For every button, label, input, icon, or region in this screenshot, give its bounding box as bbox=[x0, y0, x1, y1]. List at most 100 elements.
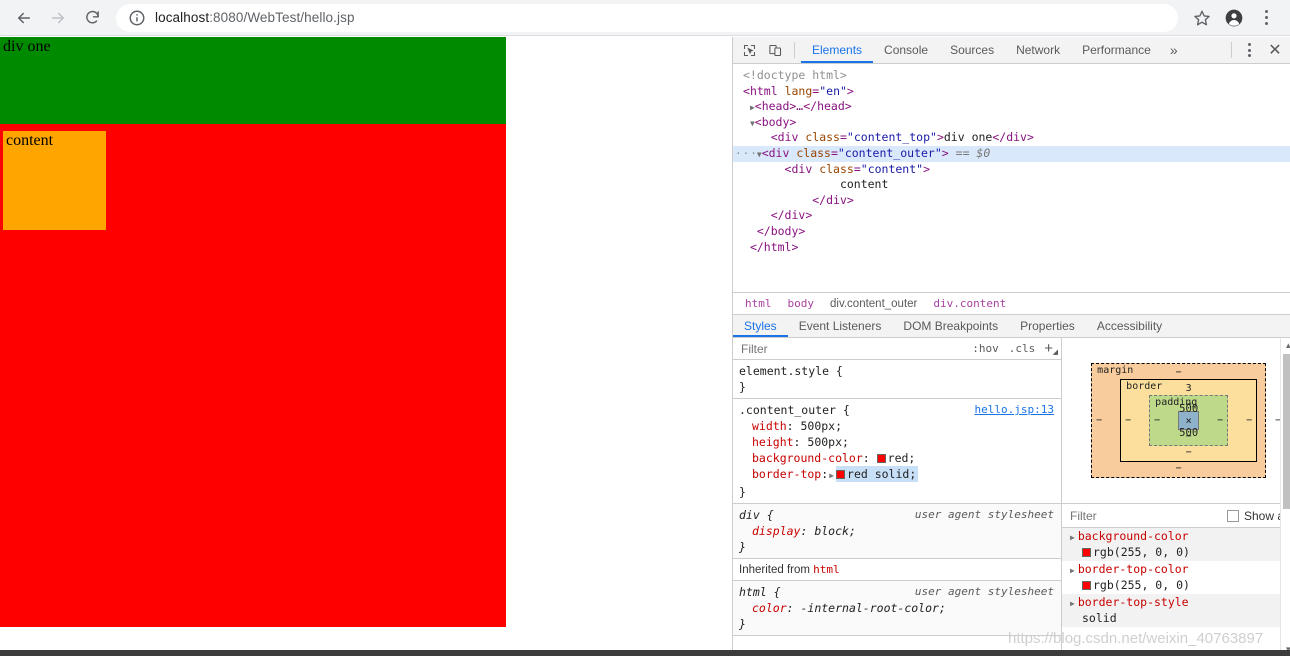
tab-network[interactable]: Network bbox=[1005, 37, 1071, 63]
dom-ellipsis-badge[interactable]: ··· bbox=[735, 146, 758, 162]
cls-button[interactable]: .cls bbox=[1004, 342, 1041, 355]
border-right-value[interactable]: − bbox=[1242, 415, 1256, 426]
color-swatch-icon[interactable] bbox=[876, 454, 886, 463]
rule-content-outer[interactable]: hello.jsp:13 .content_outer { width: 500… bbox=[733, 399, 1061, 504]
padding-bottom-value[interactable]: − bbox=[1150, 430, 1227, 443]
tab-performance[interactable]: Performance bbox=[1071, 37, 1162, 63]
dom-line-head[interactable]: ▶<head>…</head> bbox=[733, 99, 1290, 115]
hov-button[interactable]: :hov bbox=[967, 342, 1004, 355]
rule-html-ua[interactable]: user agent stylesheet html { color: -int… bbox=[733, 581, 1061, 636]
reload-icon bbox=[85, 10, 99, 24]
color-swatch-icon bbox=[1082, 581, 1091, 590]
computed-filter-input[interactable] bbox=[1062, 507, 1227, 524]
dom-line-outer-close[interactable]: </div> bbox=[733, 208, 1290, 224]
device-toolbar-button[interactable] bbox=[762, 37, 788, 63]
box-model-padding[interactable]: padding − − 500 × 500 − − bbox=[1149, 395, 1229, 446]
device-toolbar-icon bbox=[768, 44, 781, 56]
tab-elements[interactable]: Elements bbox=[801, 37, 873, 63]
rule-origin: user agent stylesheet bbox=[914, 508, 1054, 521]
devtools-panel: Elements Console Sources Network Perform… bbox=[732, 37, 1290, 656]
profile-button[interactable] bbox=[1220, 4, 1248, 32]
div-content-outer: content bbox=[0, 124, 506, 627]
dom-line-content-close[interactable]: </div> bbox=[733, 193, 1290, 209]
breadcrumb-item-content[interactable]: div.content bbox=[925, 297, 1015, 310]
computed-property-border-top-style[interactable]: ▶ border-top-style solid bbox=[1062, 594, 1290, 627]
scroll-up-arrow-icon[interactable]: ▲ bbox=[1281, 338, 1290, 352]
tab-console[interactable]: Console bbox=[873, 37, 939, 63]
color-swatch-icon-2[interactable] bbox=[836, 470, 846, 479]
reload-button[interactable] bbox=[78, 4, 106, 32]
toolbar-divider bbox=[794, 42, 795, 58]
box-model-content-size[interactable]: 500 × 500 bbox=[1178, 403, 1200, 439]
inspect-element-button[interactable] bbox=[736, 37, 762, 63]
expand-triangle-icon[interactable]: ▶ bbox=[1070, 599, 1075, 608]
show-all-checkbox[interactable] bbox=[1227, 509, 1239, 522]
box-model-margin-label: margin bbox=[1097, 365, 1134, 376]
dom-line-html-close[interactable]: </html> bbox=[733, 240, 1290, 256]
devtools-toolbar-right: ✕ bbox=[1225, 37, 1290, 63]
breadcrumb-item-content-outer[interactable]: div.content_outer bbox=[822, 298, 925, 310]
rule-element-style[interactable]: element.style { } bbox=[733, 360, 1061, 399]
border-left-value[interactable]: − bbox=[1121, 415, 1135, 426]
dom-line-body-open[interactable]: ▼<body> bbox=[733, 115, 1290, 131]
dom-line-content-open[interactable]: <div class="content"> bbox=[733, 162, 1290, 178]
dom-line-content-text[interactable]: content bbox=[733, 177, 1290, 193]
dom-line-content-outer-selected[interactable]: ··· ▼<div class="content_outer"> == $0 bbox=[733, 145, 1290, 162]
rule-div-ua[interactable]: user agent stylesheet div { display: blo… bbox=[733, 504, 1061, 559]
new-style-rule-button[interactable]: + ◢ bbox=[1040, 340, 1061, 357]
content-text: content bbox=[6, 132, 54, 149]
declaration-width[interactable]: width: 500px; bbox=[739, 418, 1061, 434]
dom-line-body-close[interactable]: </body> bbox=[733, 224, 1290, 240]
computed-properties-list[interactable]: ▶ background-color rgb(255, 0, 0) ▶ border… bbox=[1062, 528, 1290, 656]
page-viewport: div one content bbox=[0, 37, 731, 656]
inherited-label: Inherited from bbox=[739, 564, 810, 576]
margin-bottom-value[interactable]: − bbox=[1092, 462, 1265, 475]
url-host: localhost bbox=[155, 10, 210, 25]
styles-tab-event-listeners[interactable]: Event Listeners bbox=[788, 315, 893, 337]
bookmark-star-button[interactable] bbox=[1188, 4, 1216, 32]
styles-tab-styles[interactable]: Styles bbox=[733, 315, 788, 337]
computed-property-background-color[interactable]: ▶ background-color rgb(255, 0, 0) bbox=[1062, 528, 1290, 561]
div-one-text: div one bbox=[3, 38, 51, 55]
computed-property-border-top-color[interactable]: ▶ border-top-color rgb(255, 0, 0) bbox=[1062, 561, 1290, 594]
rule-source-link[interactable]: hello.jsp:13 bbox=[975, 402, 1054, 418]
back-button[interactable] bbox=[10, 4, 38, 32]
dom-line-doctype[interactable]: <!doctype html> bbox=[733, 68, 1290, 84]
box-model-border[interactable]: border 3 − padding − − 500 × 500 − − − − bbox=[1120, 379, 1258, 462]
computed-scrollbar[interactable]: ▲ ▼ bbox=[1280, 338, 1290, 656]
more-tabs-button[interactable]: » bbox=[1162, 37, 1186, 63]
dom-line-html[interactable]: <html lang="en"> bbox=[733, 84, 1290, 100]
padding-right-value[interactable]: − bbox=[1213, 415, 1227, 426]
declaration-height[interactable]: height: 500px; bbox=[739, 434, 1061, 450]
caret-down-icon: ◢ bbox=[1052, 349, 1058, 356]
box-model-margin[interactable]: margin − − border 3 − padding − − 500 × … bbox=[1091, 363, 1281, 478]
chrome-menu-button[interactable] bbox=[1252, 4, 1280, 32]
forward-button[interactable] bbox=[44, 4, 72, 32]
styles-tab-accessibility[interactable]: Accessibility bbox=[1086, 315, 1173, 337]
declaration-border-top[interactable]: border-top:▶ red solid; bbox=[739, 466, 1061, 484]
scrollbar-thumb[interactable] bbox=[1283, 354, 1290, 509]
close-devtools-button[interactable]: ✕ bbox=[1260, 37, 1290, 63]
rule-selector: div { bbox=[739, 508, 774, 522]
styles-body: :hov .cls +◢ element.style { } hello.jsp… bbox=[733, 338, 1290, 656]
styles-filter-input[interactable] bbox=[733, 340, 968, 357]
border-bottom-value[interactable]: − bbox=[1121, 446, 1256, 459]
declaration-background-color[interactable]: background-color: red; bbox=[739, 450, 1061, 466]
styles-tab-properties[interactable]: Properties bbox=[1009, 315, 1086, 337]
padding-left-value[interactable]: − bbox=[1150, 415, 1164, 426]
shorthand-expand-icon[interactable]: ▶ bbox=[829, 471, 834, 480]
info-circle-icon[interactable] bbox=[128, 9, 146, 27]
address-bar[interactable]: localhost:8080/WebTest/hello.jsp bbox=[116, 3, 1178, 32]
breadcrumb-item-body[interactable]: body bbox=[780, 297, 823, 310]
margin-left-value[interactable]: − bbox=[1092, 415, 1106, 426]
styles-tab-dom-breakpoints[interactable]: DOM Breakpoints bbox=[892, 315, 1009, 337]
expand-triangle-icon[interactable]: ▶ bbox=[1070, 533, 1075, 542]
three-dots-icon bbox=[1264, 9, 1268, 26]
inherited-source: html bbox=[813, 563, 840, 576]
expand-triangle-icon[interactable]: ▶ bbox=[1070, 566, 1075, 575]
dom-tree[interactable]: <!doctype html> <html lang="en"> ▶<head>… bbox=[733, 64, 1290, 292]
breadcrumb-item-html[interactable]: html bbox=[737, 297, 780, 310]
devtools-menu-button[interactable] bbox=[1238, 37, 1260, 63]
dom-line-content-top[interactable]: <div class="content_top">div one</div> bbox=[733, 130, 1290, 146]
tab-sources[interactable]: Sources bbox=[939, 37, 1005, 63]
